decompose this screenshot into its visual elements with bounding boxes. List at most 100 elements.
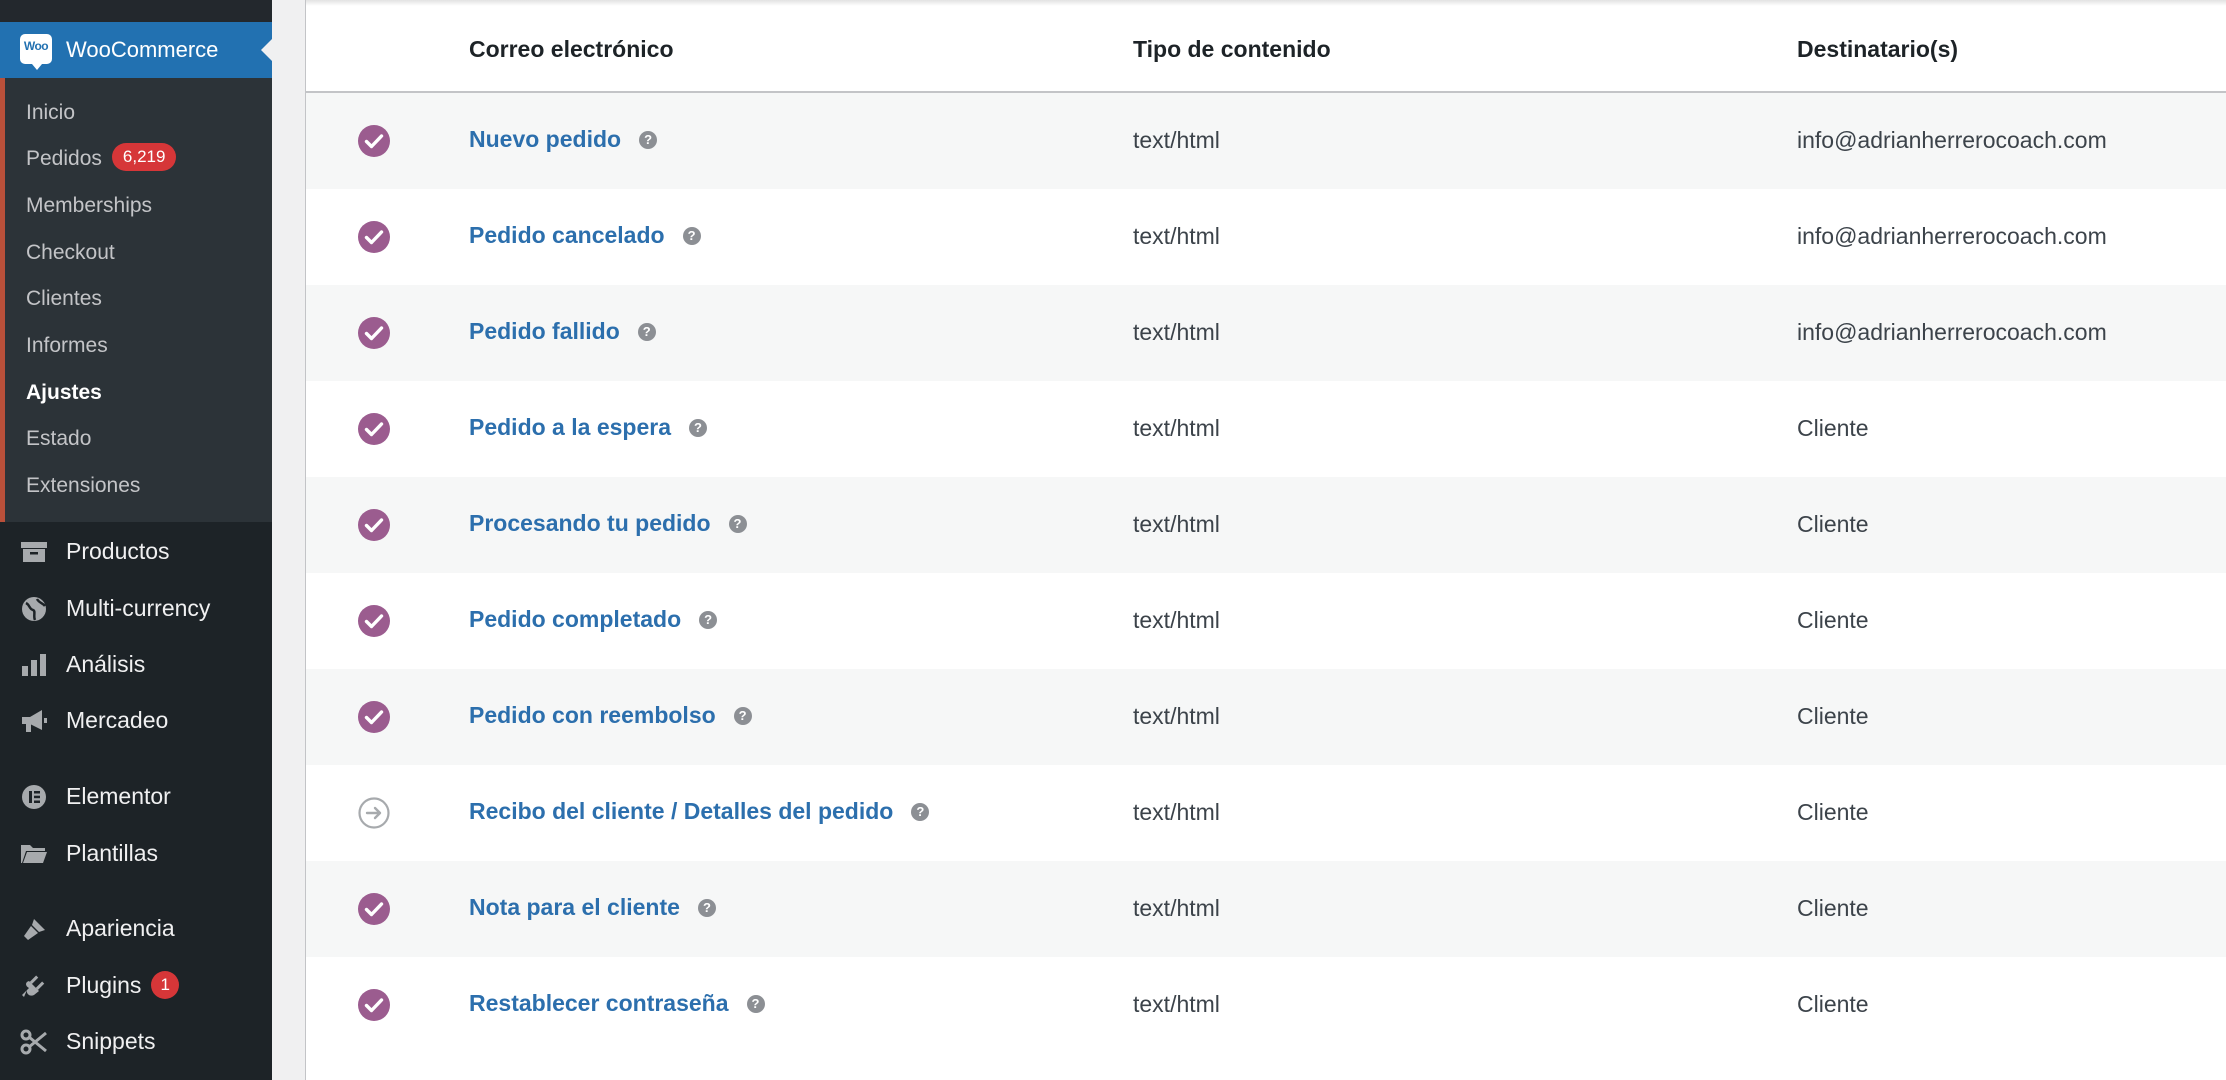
table-row: Pedido fallido? text/html info@adrianherre… [306, 285, 2226, 381]
table-row: Pedido cancelado? text/html info@adrianher… [306, 189, 2226, 285]
table-row: Pedido con reembolso? text/html Cliente [306, 669, 2226, 765]
table-row: Recibo del cliente / Detalles del pedido… [306, 765, 2226, 861]
help-tip-icon[interactable]: ? [682, 226, 701, 245]
sidebar-top-strip [0, 0, 272, 22]
submenu-item-ajustes[interactable]: Ajustes [26, 378, 102, 408]
content-type-value: text/html [1133, 991, 1220, 1017]
manual-arrow-icon [358, 797, 390, 829]
recipient-value: Cliente [1797, 799, 1869, 825]
table-row: Nuevo pedido? text/html info@adrianherrero… [306, 93, 2226, 189]
enabled-check-icon [358, 989, 390, 1021]
email-settings-table: Correo electrónico Tipo de contenido Des… [305, 0, 2226, 1080]
globe-icon [22, 597, 47, 621]
email-settings-link[interactable]: Pedido fallido? [469, 318, 656, 345]
submenu-item-clientes[interactable]: Clientes [26, 284, 102, 314]
recipient-value: Cliente [1797, 991, 1869, 1017]
current-menu-arrow [261, 38, 272, 62]
content-type-value: text/html [1133, 703, 1220, 729]
recipient-value: info@adrianherrerocoach.com [1797, 127, 2107, 153]
sidebar-item-mercadeo[interactable]: Mercadeo [0, 698, 272, 742]
sidebar-item-multi-currency[interactable]: Multi-currency [0, 586, 272, 630]
email-settings-link[interactable]: Restablecer contraseña? [469, 990, 765, 1017]
sidebar-item-snippets[interactable]: Snippets [0, 1019, 272, 1063]
email-settings-link[interactable]: Nota para el cliente? [469, 894, 716, 921]
table-row: Pedido completado? text/html Cliente [306, 573, 2226, 669]
submenu-item-memberships[interactable]: Memberships [26, 191, 152, 221]
elementor-icon [22, 785, 46, 809]
help-tip-icon[interactable]: ? [728, 514, 747, 533]
table-row: Restablecer contraseña? text/html Cliente [306, 957, 2226, 1053]
enabled-check-icon [358, 605, 390, 637]
sidebar-item-analisis[interactable]: Análisis [0, 642, 272, 686]
recipient-value: Cliente [1797, 415, 1869, 441]
recipient-value: Cliente [1797, 895, 1869, 921]
content-type-value: text/html [1133, 415, 1220, 441]
megaphone-icon [22, 710, 47, 732]
enabled-check-icon [358, 413, 390, 445]
help-tip-icon[interactable]: ? [697, 898, 716, 917]
help-tip-icon[interactable]: ? [688, 418, 707, 437]
help-tip-icon[interactable]: ? [733, 706, 752, 725]
recipient-value: info@adrianherrerocoach.com [1797, 223, 2107, 249]
table-row: Procesando tu pedido? text/html Cliente [306, 477, 2226, 573]
submenu-item-informes[interactable]: Informes [26, 331, 108, 361]
submenu-item-inicio[interactable]: Inicio [26, 98, 75, 128]
enabled-check-icon [358, 221, 390, 253]
email-settings-link[interactable]: Pedido con reembolso? [469, 702, 752, 729]
bar-chart-icon [22, 654, 46, 676]
paintbrush-icon [24, 919, 45, 940]
email-settings-link[interactable]: Nuevo pedido? [469, 126, 658, 153]
plug-icon [22, 975, 45, 997]
enabled-check-icon [358, 125, 390, 157]
help-tip-icon[interactable]: ? [637, 322, 656, 341]
email-settings-link[interactable]: Pedido a la espera? [469, 414, 707, 441]
sidebar-item-label: WooCommerce [66, 37, 219, 62]
content-type-value: text/html [1133, 511, 1220, 537]
enabled-check-icon [358, 509, 390, 541]
help-tip-icon[interactable]: ? [639, 130, 658, 149]
content-type-value: text/html [1133, 607, 1220, 633]
submenu-item-estado[interactable]: Estado [26, 424, 91, 454]
submenu-item-pedidos[interactable]: Pedidos 6,219 [26, 143, 177, 174]
content-type-value: text/html [1133, 895, 1220, 921]
enabled-check-icon [358, 701, 390, 733]
enabled-check-icon [358, 317, 390, 349]
woocommerce-logo-icon: Woo [20, 34, 52, 70]
column-header-email: Correo electrónico [469, 36, 674, 62]
content-type-value: text/html [1133, 799, 1220, 825]
email-settings-link[interactable]: Procesando tu pedido? [469, 510, 747, 537]
email-settings-link[interactable]: Pedido cancelado? [469, 222, 701, 249]
sidebar-item-woocommerce[interactable]: Woo WooCommerce [0, 22, 272, 78]
help-tip-icon[interactable]: ? [699, 610, 718, 629]
content-type-value: text/html [1133, 127, 1220, 153]
recipient-value: Cliente [1797, 607, 1869, 633]
orders-count-badge: 6,219 [111, 143, 177, 172]
recipient-value: Cliente [1797, 703, 1869, 729]
sidebar-item-productos[interactable]: Productos [0, 529, 272, 573]
content-type-value: text/html [1133, 223, 1220, 249]
recipient-value: Cliente [1797, 511, 1869, 537]
folder-icon [21, 845, 47, 863]
table-header: Correo electrónico Tipo de contenido Des… [306, 0, 2226, 93]
admin-sidebar: Woo WooCommerce Inicio Pedidos 6,219 Memb… [0, 0, 272, 1080]
scissors-icon [20, 1029, 47, 1055]
help-tip-icon[interactable]: ? [911, 802, 930, 821]
email-settings-link[interactable]: Pedido completado? [469, 606, 718, 633]
email-settings-link[interactable]: Recibo del cliente / Detalles del pedido… [469, 798, 930, 825]
sidebar-item-plugins[interactable]: Plugins 1 [0, 963, 272, 1007]
column-header-content-type: Tipo de contenido [1133, 36, 1331, 62]
sidebar-item-plantillas[interactable]: Plantillas [0, 831, 272, 875]
enabled-check-icon [358, 893, 390, 925]
table-row: Nota para el cliente? text/html Cliente [306, 861, 2226, 957]
column-header-recipients: Destinatario(s) [1797, 36, 1959, 62]
content-type-value: text/html [1133, 319, 1220, 345]
sidebar-item-elementor[interactable]: Elementor [0, 774, 272, 818]
woocommerce-submenu: Inicio Pedidos 6,219 Memberships Checkout… [0, 78, 272, 522]
sidebar-item-apariencia[interactable]: Apariencia [0, 906, 272, 950]
help-tip-icon[interactable]: ? [746, 994, 765, 1013]
table-row: Pedido a la espera? text/html Cliente [306, 381, 2226, 477]
submenu-item-checkout[interactable]: Checkout [26, 238, 115, 268]
submenu-item-extensiones[interactable]: Extensiones [26, 471, 140, 501]
recipient-value: info@adrianherrerocoach.com [1797, 319, 2107, 345]
submenu-edge [0, 78, 5, 522]
